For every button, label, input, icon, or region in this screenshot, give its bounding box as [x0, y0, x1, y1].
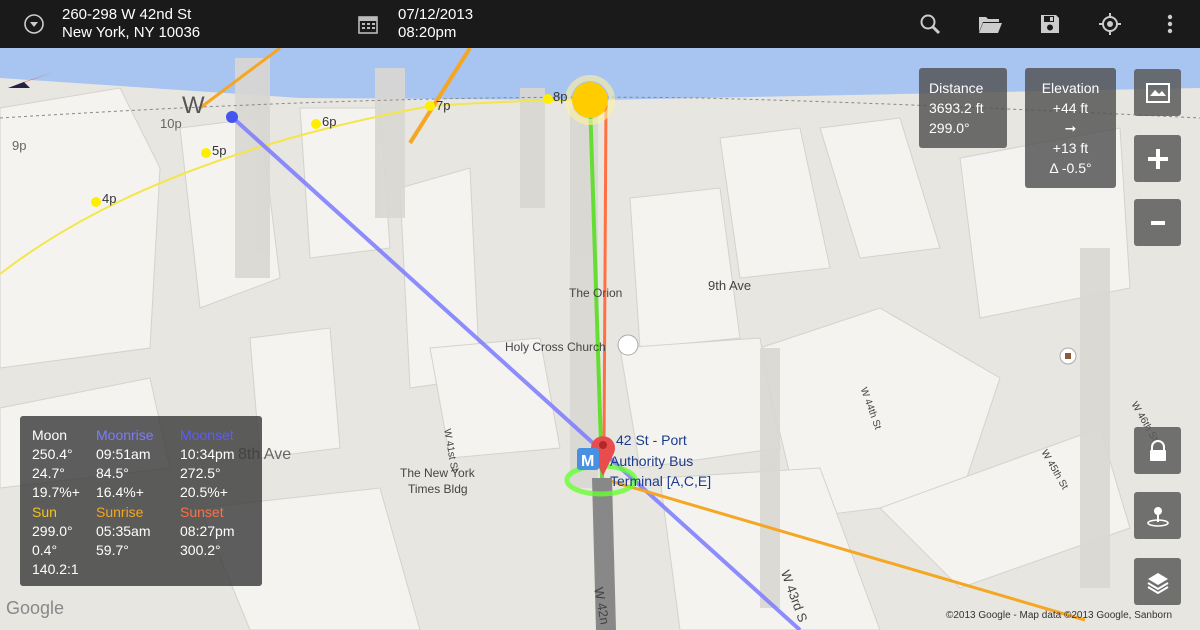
moonrise-illumination: 16.4%+ — [96, 484, 144, 500]
folder-open-icon[interactable] — [966, 0, 1014, 48]
sun-elevation: 0.4° — [32, 542, 58, 558]
map-label-the-orion: The Orion — [569, 286, 623, 300]
map-label-times-bldg-2: Times Bldg — [408, 482, 468, 496]
pin-location-button[interactable] — [1134, 492, 1181, 539]
distance-panel: Distance 3693.2 ft 299.0° — [919, 68, 1007, 148]
moonrise-header: Moonrise — [96, 427, 154, 443]
map-attribution[interactable]: ©2013 Google - Map data ©2013 Google, Sa… — [946, 610, 1172, 621]
elevation-delta: Δ -0.5° — [1049, 160, 1092, 176]
distance-value: 3693.2 ft — [929, 100, 984, 116]
search-icon[interactable] — [906, 0, 954, 48]
moonset-header: Moonset — [180, 427, 234, 443]
sunset-header: Sunset — [180, 504, 224, 520]
elevation-value: +44 ft — [1052, 100, 1089, 116]
hour-label-6p: 6p — [322, 114, 337, 129]
moonset-azimuth: 272.5° — [180, 465, 221, 481]
moon-header: Moon — [32, 427, 68, 443]
shadow-ratio: 140.2:1 — [32, 561, 79, 577]
pin-icon — [1146, 506, 1169, 527]
map-label-holy-cross: Holy Cross Church — [505, 340, 606, 354]
distance-bearing: 299.0° — [929, 120, 970, 136]
moonrise-azimuth: 84.5° — [96, 465, 129, 481]
zoom-out-button[interactable] — [1134, 199, 1181, 246]
date: 07/12/2013 — [398, 6, 474, 23]
elevation-panel: Elevation +44 ft ➞ +13 ft Δ -0.5° — [1025, 68, 1116, 188]
station-label-line2[interactable]: Authority Bus — [610, 453, 693, 469]
layers-button[interactable] — [1134, 558, 1181, 605]
layers-icon — [1146, 572, 1169, 594]
save-icon[interactable] — [1026, 0, 1074, 48]
compass-west-label: W — [182, 92, 205, 119]
moon-azimuth: 250.4° — [32, 446, 73, 462]
overflow-menu-icon[interactable] — [1146, 0, 1194, 48]
elevation-label: Elevation — [1041, 80, 1100, 96]
location-dropdown-icon[interactable] — [10, 0, 58, 48]
address[interactable]: 260-298 W 42nd St New York, NY 10036 — [62, 6, 200, 42]
sun-moon-info-panel[interactable]: Moon Moonrise Moonset 250.4° 09:51am 10:… — [20, 416, 262, 586]
hour-label-4p: 4p — [102, 191, 117, 206]
sun-azimuth: 299.0° — [32, 523, 73, 539]
top-bar: 260-298 W 42nd St New York, NY 10036 07/… — [0, 0, 1200, 48]
moon-illumination: 19.7%+ — [32, 484, 80, 500]
sunset-azimuth: 300.2° — [180, 542, 221, 558]
map-label-times-bldg-1: The New York — [400, 466, 475, 480]
hour-label-9p: 9p — [12, 138, 27, 153]
my-location-icon[interactable] — [1086, 0, 1134, 48]
hour-label-5p: 5p — [212, 143, 227, 158]
elevation-value2: +13 ft — [1052, 140, 1089, 156]
sunrise-time: 05:35am — [96, 523, 151, 539]
hour-label-8p: 8p — [553, 89, 568, 104]
map-type-button[interactable] — [1134, 69, 1181, 116]
sunrise-header: Sunrise — [96, 504, 144, 520]
address-line2: New York, NY 10036 — [62, 24, 201, 41]
sunrise-azimuth: 59.7° — [96, 542, 129, 558]
calendar-icon[interactable] — [344, 0, 392, 48]
svg-text:M: M — [581, 453, 594, 470]
distance-label: Distance — [929, 80, 984, 96]
moonset-time: 10:34pm — [180, 446, 235, 462]
minus-icon — [1150, 220, 1165, 225]
zoom-in-button[interactable] — [1134, 135, 1181, 182]
sun-header: Sun — [32, 504, 57, 520]
hour-label-7p: 7p — [436, 98, 451, 113]
lock-icon — [1149, 439, 1166, 461]
map-icon — [1145, 82, 1170, 103]
lock-button[interactable] — [1134, 427, 1181, 474]
sunset-time: 08:27pm — [180, 523, 235, 539]
station-label-line1[interactable]: 42 St - Port — [616, 432, 687, 448]
time: 08:20pm — [398, 24, 457, 41]
date-time[interactable]: 07/12/2013 08:20pm — [398, 6, 473, 42]
station-label-line3[interactable]: Terminal [A,C,E] — [610, 473, 711, 489]
moonrise-time: 09:51am — [96, 446, 151, 462]
moonset-illumination: 20.5%+ — [180, 484, 228, 500]
map-label-9th-ave: 9th Ave — [708, 278, 752, 293]
moon-elevation: 24.7° — [32, 465, 65, 481]
google-logo: Google — [6, 598, 65, 618]
plus-icon — [1147, 148, 1168, 169]
elevation-arrow: ➞ — [1064, 120, 1077, 136]
address-line1: 260-298 W 42nd St — [62, 6, 192, 23]
hour-label-10p: 10p — [160, 116, 182, 131]
